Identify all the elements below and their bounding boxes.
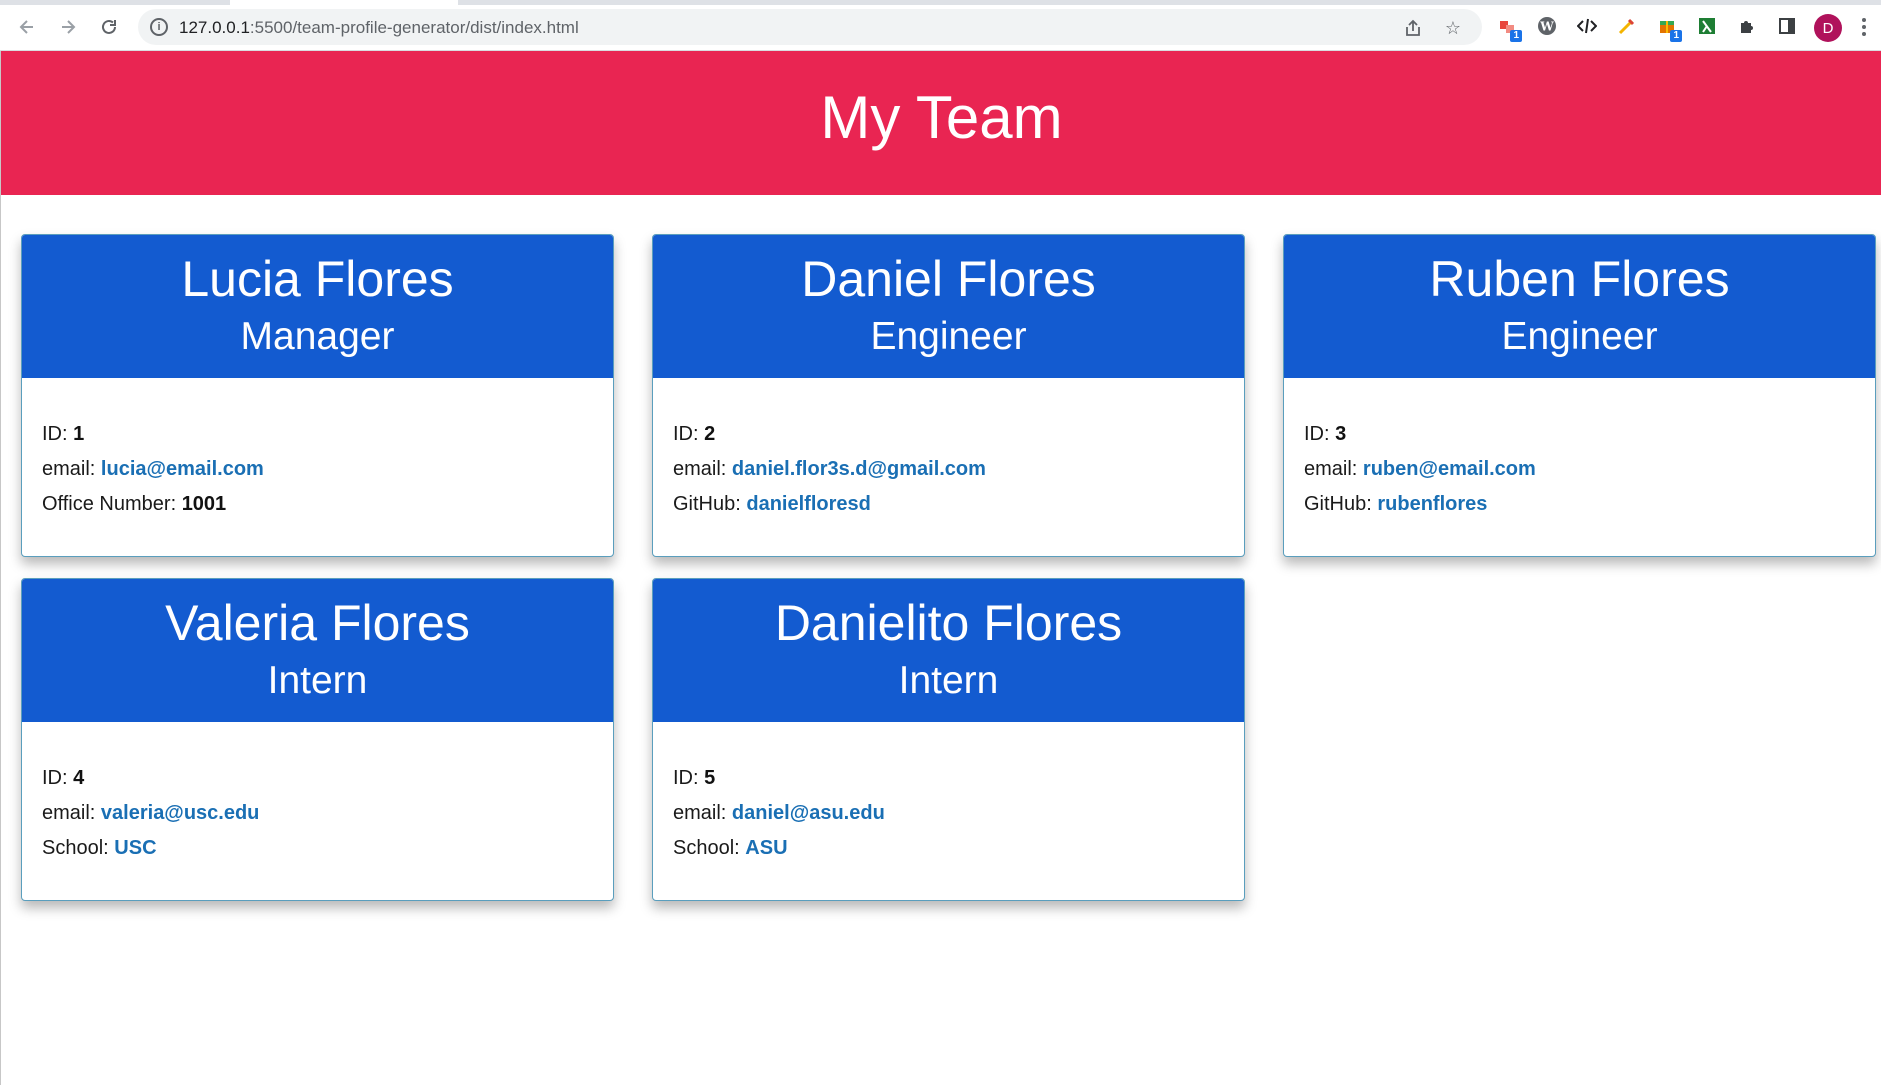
employee-name: Danielito Flores — [774, 595, 1123, 651]
side-panel-icon[interactable] — [1776, 15, 1798, 37]
email-row: email: valeria@usc.edu — [42, 799, 593, 834]
email-link[interactable]: daniel@asu.edu — [732, 802, 885, 824]
page-title: My Team — [820, 84, 1063, 151]
tab-strip — [0, 0, 1881, 5]
profile-avatar[interactable]: D — [1814, 14, 1842, 42]
email-row: email: daniel.flor3s.d@gmail.com — [673, 455, 1224, 490]
id-label: ID: — [42, 767, 68, 789]
code-icon[interactable] — [1576, 15, 1598, 37]
github-row: GitHub: rubenflores — [1304, 490, 1855, 525]
extension-badge: 1 — [1670, 30, 1682, 42]
extension-gift-icon[interactable]: 1 — [1656, 15, 1682, 42]
card-header: Valeria Flores Intern — [22, 579, 613, 722]
employee-role: Engineer — [870, 315, 1027, 358]
school-label: School: — [42, 837, 109, 859]
page-content: My Team Lucia Flores Manager ID: 1 email… — [0, 51, 1881, 1085]
card-body: ID: 1 email: lucia@email.com Office Numb… — [42, 420, 593, 525]
employee-name: Daniel Flores — [801, 251, 1096, 307]
github-link[interactable]: danielfloresd — [746, 493, 870, 515]
excel-lambda-icon[interactable] — [1696, 15, 1718, 37]
employee-card: Daniel Flores Engineer ID: 2 email: dani… — [652, 234, 1245, 557]
wordpress-icon[interactable]: W — [1536, 15, 1558, 37]
employee-role: Manager — [240, 315, 395, 358]
id-row: ID: 1 — [42, 420, 593, 455]
id-label: ID: — [673, 767, 699, 789]
active-tab[interactable] — [230, 0, 458, 5]
id-row: ID: 4 — [42, 764, 593, 799]
extension-badge: 1 — [1510, 30, 1522, 42]
url-text[interactable]: 127.0.0.1:5500/team-profile-generator/di… — [179, 18, 579, 38]
card-body: ID: 5 email: daniel@asu.edu School: ASU — [673, 764, 1224, 869]
color-picker-icon[interactable] — [1616, 15, 1638, 37]
id-value: 2 — [704, 423, 716, 445]
card-header: Lucia Flores Manager — [22, 235, 613, 378]
id-row: ID: 5 — [673, 764, 1224, 799]
email-row: email: ruben@email.com — [1304, 455, 1855, 490]
id-value: 1 — [73, 423, 85, 445]
email-label: email: — [42, 802, 96, 824]
id-label: ID: — [673, 423, 699, 445]
share-icon[interactable] — [1402, 17, 1424, 39]
employee-card: Danielito Flores Intern ID: 5 email: dan… — [652, 578, 1245, 901]
extensions-puzzle-icon[interactable] — [1736, 15, 1758, 37]
office-number-row: Office Number: 1001 — [42, 490, 593, 525]
employee-name: Ruben Flores — [1429, 251, 1730, 307]
svg-text:W: W — [1539, 20, 1554, 34]
card-header: Daniel Flores Engineer — [653, 235, 1244, 378]
card-body: ID: 4 email: valeria@usc.edu School: USC — [42, 764, 593, 869]
id-value: 3 — [1335, 423, 1347, 445]
employee-name: Lucia Flores — [181, 251, 454, 307]
employee-role: Engineer — [1501, 315, 1658, 358]
browser-menu-icon[interactable] — [1856, 14, 1872, 40]
id-label: ID: — [42, 423, 68, 445]
employee-role: Intern — [898, 659, 999, 702]
github-label: GitHub: — [1304, 493, 1372, 515]
card-body: ID: 2 email: daniel.flor3s.d@gmail.com G… — [673, 420, 1224, 525]
id-row: ID: 2 — [673, 420, 1224, 455]
forward-icon[interactable] — [55, 14, 81, 40]
id-label: ID: — [1304, 423, 1330, 445]
email-link[interactable]: ruben@email.com — [1363, 458, 1536, 480]
office-number-label: Office Number: — [42, 493, 177, 515]
school-row: School: USC — [42, 834, 593, 869]
page-header: My Team — [1, 51, 1881, 195]
email-label: email: — [673, 458, 727, 480]
github-row: GitHub: danielfloresd — [673, 490, 1224, 525]
github-label: GitHub: — [673, 493, 741, 515]
email-label: email: — [673, 802, 727, 824]
back-icon[interactable] — [14, 14, 40, 40]
url-host: 127.0.0.1 — [179, 18, 250, 37]
school-value[interactable]: ASU — [745, 837, 787, 859]
employee-role: Intern — [267, 659, 368, 702]
address-bar[interactable]: i 127.0.0.1:5500/team-profile-generator/… — [138, 9, 1482, 45]
employee-card: Ruben Flores Engineer ID: 3 email: ruben… — [1283, 234, 1876, 557]
employee-card: Valeria Flores Intern ID: 4 email: valer… — [21, 578, 614, 901]
email-link[interactable]: lucia@email.com — [101, 458, 264, 480]
url-path: :5500/team-profile-generator/dist/index.… — [249, 18, 579, 37]
id-row: ID: 3 — [1304, 420, 1855, 455]
card-body: ID: 3 email: ruben@email.com GitHub: rub… — [1304, 420, 1855, 525]
bookmark-star-icon[interactable]: ☆ — [1442, 17, 1464, 39]
email-link[interactable]: valeria@usc.edu — [101, 802, 259, 824]
id-value: 4 — [73, 767, 85, 789]
email-label: email: — [1304, 458, 1358, 480]
card-header: Danielito Flores Intern — [653, 579, 1244, 722]
extension-puzzle-red-icon[interactable]: 1 — [1496, 15, 1522, 42]
school-value[interactable]: USC — [114, 837, 156, 859]
employee-card: Lucia Flores Manager ID: 1 email: lucia@… — [21, 234, 614, 557]
site-info-icon[interactable]: i — [150, 18, 168, 36]
school-label: School: — [673, 837, 740, 859]
email-row: email: lucia@email.com — [42, 455, 593, 490]
card-header: Ruben Flores Engineer — [1284, 235, 1875, 378]
github-link[interactable]: rubenflores — [1377, 493, 1487, 515]
id-value: 5 — [704, 767, 716, 789]
email-link[interactable]: daniel.flor3s.d@gmail.com — [732, 458, 986, 480]
email-label: email: — [42, 458, 96, 480]
office-number-value: 1001 — [181, 493, 227, 515]
email-row: email: daniel@asu.edu — [673, 799, 1224, 834]
school-row: School: ASU — [673, 834, 1224, 869]
reload-icon[interactable] — [96, 14, 122, 40]
browser-toolbar: i 127.0.0.1:5500/team-profile-generator/… — [0, 0, 1881, 51]
employee-name: Valeria Flores — [165, 595, 470, 651]
